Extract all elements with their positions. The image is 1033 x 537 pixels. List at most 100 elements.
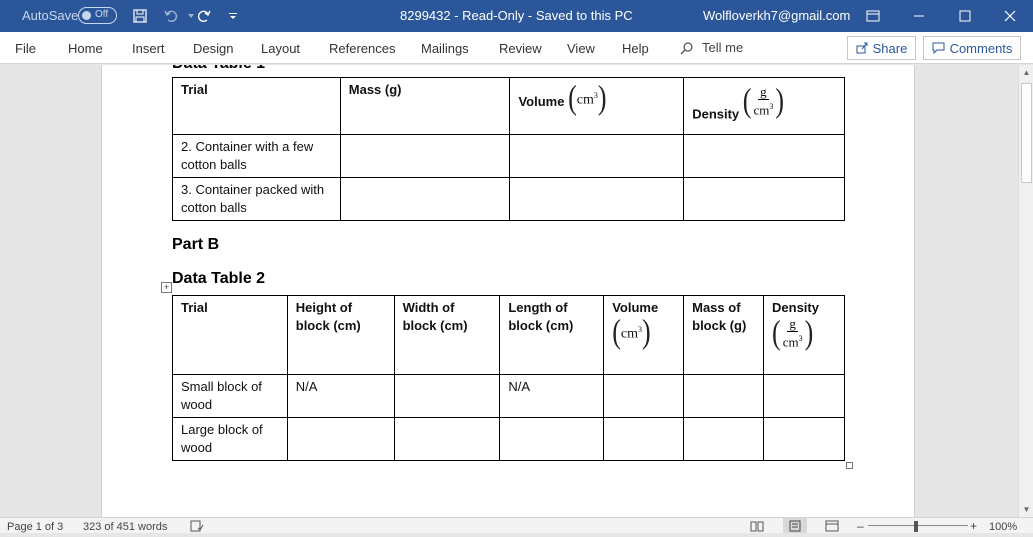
table-cell[interactable] [393,417,501,461]
autosave-toggle[interactable]: Off [78,7,117,24]
share-icon [856,42,868,54]
table-header-cell[interactable]: Volume (cm3) [603,295,685,375]
table-row: Trial Height of block (cm) Width of bloc… [172,295,845,375]
tab-design[interactable]: Design [193,41,233,56]
tab-layout[interactable]: Layout [261,41,300,56]
tab-references[interactable]: References [329,41,395,56]
scroll-down-icon[interactable]: ▼ [1019,502,1033,517]
table-cell[interactable]: N/A [286,374,395,418]
ribbon-tabs: File Home Insert Design Layout Reference… [0,32,1033,64]
table-cell[interactable]: N/A [499,374,605,418]
tell-me-search[interactable]: Tell me [680,40,743,55]
table-cell[interactable] [393,374,501,418]
comments-label: Comments [949,40,1013,56]
table-cell[interactable]: 2. Container with a few cotton balls [172,134,341,178]
table-cell[interactable] [603,374,685,418]
user-account[interactable]: Wolfloverkh7@gmail.com [703,8,850,23]
minimize-icon[interactable] [896,0,942,32]
zoom-level[interactable]: 100% [989,521,1017,533]
tab-help[interactable]: Help [622,41,649,56]
autosave-label: AutoSave [22,8,79,23]
close-icon[interactable] [987,0,1033,32]
table-row: Trial Mass (g) Volume (cm3) Density ( gc… [172,77,845,135]
zoom-in-icon[interactable]: + [970,519,977,533]
table-cell[interactable] [763,417,845,461]
density-label: Density [692,106,740,122]
table-cell[interactable] [339,177,511,221]
print-layout-icon[interactable] [783,518,807,533]
scrollbar-thumb[interactable] [1021,83,1032,183]
zoom-slider[interactable] [868,525,968,526]
table-header-cell[interactable]: Density ( g cm3 ) [683,77,845,135]
table-row: Large block of wood [172,417,845,461]
data-table-1: Trial Mass (g) Volume (cm3) Density ( gc… [172,77,845,221]
table-cell[interactable] [763,374,845,418]
part-b-heading: Part B [172,236,220,253]
table-cell[interactable] [509,177,685,221]
table-row: 2. Container with a few cotton balls [172,134,845,178]
comment-icon [932,42,945,54]
redo-icon[interactable] [193,5,215,27]
volume-unit: (cm3) [612,312,651,351]
table-header-cell[interactable]: Density ( g cm3 ) [763,295,845,375]
search-icon [680,41,693,54]
save-icon[interactable] [129,5,151,27]
page-count[interactable]: Page 1 of 3 [7,521,63,533]
undo-icon[interactable] [160,5,182,27]
table-header-cell[interactable]: Mass (g) [339,77,511,135]
table-header-cell[interactable]: Length of block (cm) [499,295,605,375]
table-header-cell[interactable]: Trial [172,77,341,135]
density-unit: ( g cm3 ) [772,313,814,352]
table2-title: Data Table 2 [172,270,266,287]
table-cell[interactable] [509,134,685,178]
table-row: 3. Container packed with cotton balls [172,177,845,221]
tab-file[interactable]: File [15,41,36,56]
vertical-scrollbar[interactable]: ▲ ▼ [1018,65,1033,517]
word-count[interactable]: 323 of 451 words [83,521,167,533]
status-bar: Page 1 of 3 323 of 451 words – + 100% [0,517,1033,533]
table-header-cell[interactable]: Height of block (cm) [286,295,395,375]
table-header-cell[interactable]: Trial [172,295,288,375]
ribbon-display-icon[interactable] [850,0,896,32]
share-button[interactable]: Share [847,36,916,60]
table-cell[interactable]: Small block of wood [172,374,288,418]
table-header-cell[interactable]: Volume (cm3) [509,77,685,135]
table-cell[interactable]: 3. Container packed with cotton balls [172,177,341,221]
tab-view[interactable]: View [567,41,595,56]
table-cell[interactable] [499,417,605,461]
toggle-knob [82,11,91,20]
scroll-up-icon[interactable]: ▲ [1019,65,1033,80]
title-bar: AutoSave Off 8299432 - Read-Only - Saved… [0,0,1033,32]
autosave-state: Off [95,9,109,20]
table1-title-cut: Data Table 1 [172,65,265,73]
table-header-cell[interactable]: Mass of block (g) [683,295,765,375]
customize-toolbar-icon[interactable] [222,5,244,27]
table-header-cell[interactable]: Width of block (cm) [393,295,501,375]
table-cell[interactable] [683,134,845,178]
document-page[interactable]: Data Table 1 Trial Mass (g) Volume (cm3)… [101,65,915,517]
table-move-handle-icon[interactable]: + [161,282,172,293]
document-canvas: Data Table 1 Trial Mass (g) Volume (cm3)… [0,65,1018,517]
tab-insert[interactable]: Insert [132,41,165,56]
share-label: Share [872,40,908,56]
tell-me-label: Tell me [702,40,744,55]
table-cell[interactable] [683,417,765,461]
table-cell[interactable]: Large block of wood [172,417,288,461]
zoom-out-icon[interactable]: – [857,519,864,533]
maximize-icon[interactable] [942,0,988,32]
density-unit: ( g cm3 ) [742,81,785,120]
table-cell[interactable] [286,417,395,461]
table-resize-handle[interactable] [846,462,853,469]
zoom-slider-thumb[interactable] [914,521,918,532]
document-title: 8299432 - Read-Only - Saved to this PC [400,8,633,23]
tab-home[interactable]: Home [68,41,103,56]
tab-review[interactable]: Review [499,41,542,56]
tab-mailings[interactable]: Mailings [421,41,469,56]
volume-label: Volume [518,94,565,109]
table-cell[interactable] [339,134,511,178]
table-cell[interactable] [683,374,765,418]
table-cell[interactable] [683,177,845,221]
data-table-2: Trial Height of block (cm) Width of bloc… [172,295,845,461]
table-cell[interactable] [603,417,685,461]
comments-button[interactable]: Comments [923,36,1021,60]
